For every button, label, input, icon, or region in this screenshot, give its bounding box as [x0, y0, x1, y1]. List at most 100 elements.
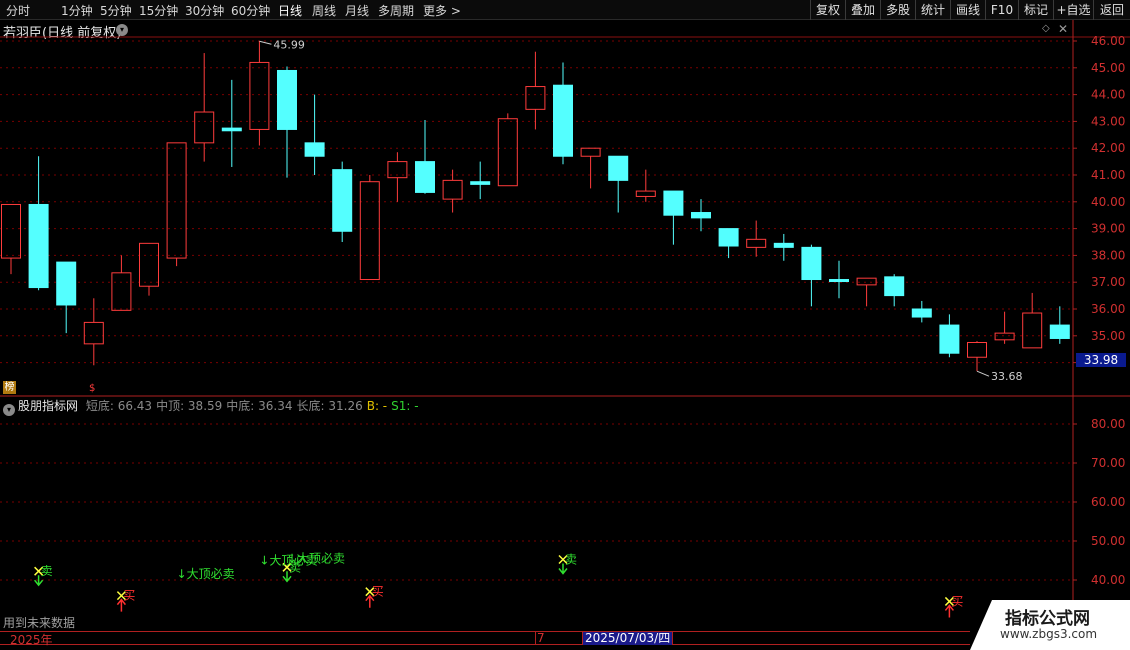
indicator-dropdown-icon[interactable]: ▾ — [3, 404, 15, 416]
top-sell-label: ↓大顶必卖 — [177, 567, 235, 581]
draw-line-button[interactable]: 画线 — [950, 0, 985, 20]
rank-badge[interactable]: 榜 — [3, 381, 16, 394]
watermark-corner — [970, 600, 992, 650]
candle — [497, 113, 518, 187]
buy-signal: 买 — [944, 594, 963, 618]
indicator-param: 中顶: 38.59 — [156, 399, 223, 413]
candle — [801, 244, 822, 307]
tf-multi-period[interactable]: 多周期 — [378, 2, 414, 19]
mark-button[interactable]: 标记 — [1018, 0, 1053, 20]
candle — [387, 152, 408, 202]
price-tick-label: 43.00 — [1091, 114, 1125, 128]
candle-body — [249, 61, 270, 130]
candle-body — [718, 228, 739, 247]
buy-signal: 买 — [116, 589, 135, 612]
candle — [911, 300, 932, 323]
back-button[interactable]: 返回 — [1093, 0, 1130, 20]
high-label: 45.99 — [273, 38, 305, 51]
candle — [525, 51, 546, 130]
price-axis: 46.00 45.00 44.00 43.00 42.00 41.00 40.00 39.00… — [1073, 34, 1125, 370]
candle — [470, 161, 491, 200]
candle — [359, 175, 380, 281]
grid-layer — [0, 20, 1130, 631]
candle-body — [83, 321, 104, 345]
candle-body — [332, 169, 353, 232]
candle-body — [525, 86, 546, 110]
candle-body — [829, 279, 849, 283]
indicator-param: B: - — [366, 399, 388, 413]
candle-body — [967, 342, 987, 358]
candle — [967, 341, 987, 372]
sell-signal: 卖 — [282, 560, 301, 583]
candle — [746, 220, 767, 257]
candle-body — [801, 246, 822, 281]
top-sell-label: ↓大顶必卖 — [259, 554, 317, 568]
sell-label: 卖 — [41, 564, 53, 578]
last-price-tag: 33.98 — [1076, 353, 1126, 367]
tf-more[interactable]: 更多 > — [423, 2, 461, 19]
tf-5min[interactable]: 5分钟 — [100, 2, 132, 19]
tf-daily[interactable]: 日线 — [278, 2, 302, 19]
candle — [608, 155, 629, 213]
candle-body — [856, 277, 877, 286]
buy-label: 买 — [951, 594, 963, 608]
candle-body — [111, 272, 132, 311]
candle — [277, 66, 297, 178]
candle-body — [166, 142, 187, 259]
diamond-icon[interactable]: ◇ — [1042, 23, 1050, 34]
high-marker — [259, 40, 272, 45]
tf-fenshi[interactable]: 分时 — [6, 2, 30, 19]
candle-body — [194, 111, 215, 144]
sell-signal: 卖 — [558, 553, 577, 575]
tf-60min[interactable]: 60分钟 — [231, 2, 270, 19]
candle-body — [884, 276, 905, 297]
indicator-tick-label: 60.00 — [1091, 495, 1125, 509]
candle — [1022, 292, 1043, 349]
candle-body — [139, 242, 159, 287]
candle-body — [773, 242, 794, 248]
low-marker — [976, 370, 990, 377]
candle — [332, 161, 353, 242]
candle-body — [304, 142, 325, 157]
close-icon[interactable]: ✕ — [1058, 22, 1068, 36]
watermark-title: 指标公式网 — [1005, 609, 1090, 629]
tf-weekly[interactable]: 周线 — [312, 2, 336, 19]
candle-body — [470, 181, 491, 185]
candle — [663, 190, 684, 245]
candle — [56, 261, 77, 334]
price-tick-label: 41.00 — [1091, 168, 1125, 182]
candle — [635, 169, 656, 202]
future-data-note: 用到未来数据 — [3, 616, 76, 630]
price-tick-label: 36.00 — [1091, 302, 1125, 316]
sell-signal: 卖 — [34, 564, 53, 587]
sell-x-mark — [34, 566, 44, 576]
candle-body — [277, 69, 297, 130]
price-tick-label: 46.00 — [1091, 34, 1125, 48]
candlestick-chart: 45.99 33.68 $ 46.00 45.00 44.00 43.00 42.00 41.… — [0, 20, 1130, 631]
f10-button[interactable]: F10 — [985, 0, 1018, 20]
candle-body — [691, 212, 711, 219]
stats-button[interactable]: 统计 — [915, 0, 950, 20]
tf-15min[interactable]: 15分钟 — [139, 2, 178, 19]
low-label: 33.68 — [991, 370, 1023, 383]
candle-layer: 45.99 33.68 $ — [1, 38, 1070, 394]
candle — [939, 314, 960, 358]
title-dropdown-icon[interactable]: ▾ — [116, 24, 128, 36]
fuquan-button[interactable]: 复权 — [810, 0, 845, 20]
sell-x-mark — [282, 562, 292, 572]
price-tick-label: 45.00 — [1091, 61, 1125, 75]
indicator-tick-label: 70.00 — [1091, 456, 1125, 470]
buy-x-mark — [116, 591, 126, 601]
tf-30min[interactable]: 30分钟 — [185, 2, 224, 19]
tf-monthly[interactable]: 月线 — [345, 2, 369, 19]
multi-stock-button[interactable]: 多股 — [880, 0, 915, 20]
candle — [166, 142, 187, 267]
price-tick-label: 39.00 — [1091, 222, 1125, 236]
tf-1min[interactable]: 1分钟 — [61, 2, 93, 19]
candle-body — [1, 203, 21, 259]
candle — [580, 147, 601, 189]
add-watchlist-button[interactable]: +自选 — [1053, 0, 1093, 20]
overlay-button[interactable]: 叠加 — [845, 0, 880, 20]
candle-body — [28, 203, 49, 289]
candle-body — [1022, 312, 1043, 349]
